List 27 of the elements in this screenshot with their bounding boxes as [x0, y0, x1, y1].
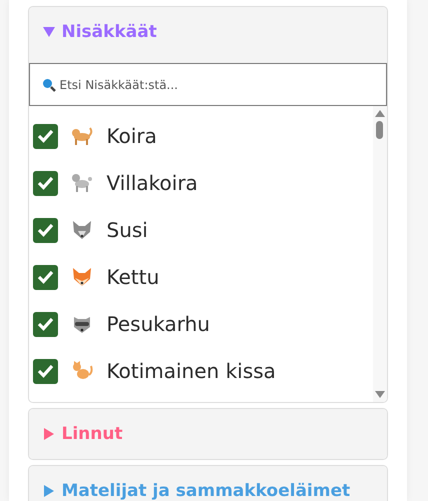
scroll-down-icon[interactable] [374, 391, 384, 398]
checkmark-icon [36, 223, 54, 237]
checkbox[interactable] [32, 218, 58, 242]
search-field[interactable]: Etsi Nisäkkäät:stä... [28, 63, 386, 106]
scrollbar[interactable] [372, 106, 386, 402]
item-label: Villakoira [106, 171, 198, 195]
item-label: Susi [106, 218, 148, 242]
checkbox[interactable] [32, 170, 58, 196]
search-icon [42, 78, 56, 92]
item-label: Pesukarhu [106, 312, 210, 336]
scroll-up-icon[interactable] [374, 110, 384, 117]
poodle-icon [70, 171, 94, 195]
item-label: Kotimainen kissa [106, 359, 276, 383]
scrollbar-thumb[interactable] [376, 121, 383, 139]
checkmark-icon [36, 364, 54, 378]
item-label: Koira [106, 124, 157, 148]
checkbox[interactable] [32, 264, 58, 290]
checkmark-icon [36, 129, 54, 143]
checkmark-icon [36, 317, 54, 331]
checkmark-icon [36, 176, 54, 190]
checkbox[interactable] [32, 124, 58, 148]
checkbox[interactable] [32, 358, 58, 384]
section-header[interactable]: Matelijat ja sammakkoeläimet [28, 466, 386, 501]
section-header[interactable]: Linnut [28, 409, 386, 459]
item-label: Kettu [106, 265, 160, 289]
checkmark-icon [36, 270, 54, 284]
checkbox[interactable] [32, 312, 58, 336]
